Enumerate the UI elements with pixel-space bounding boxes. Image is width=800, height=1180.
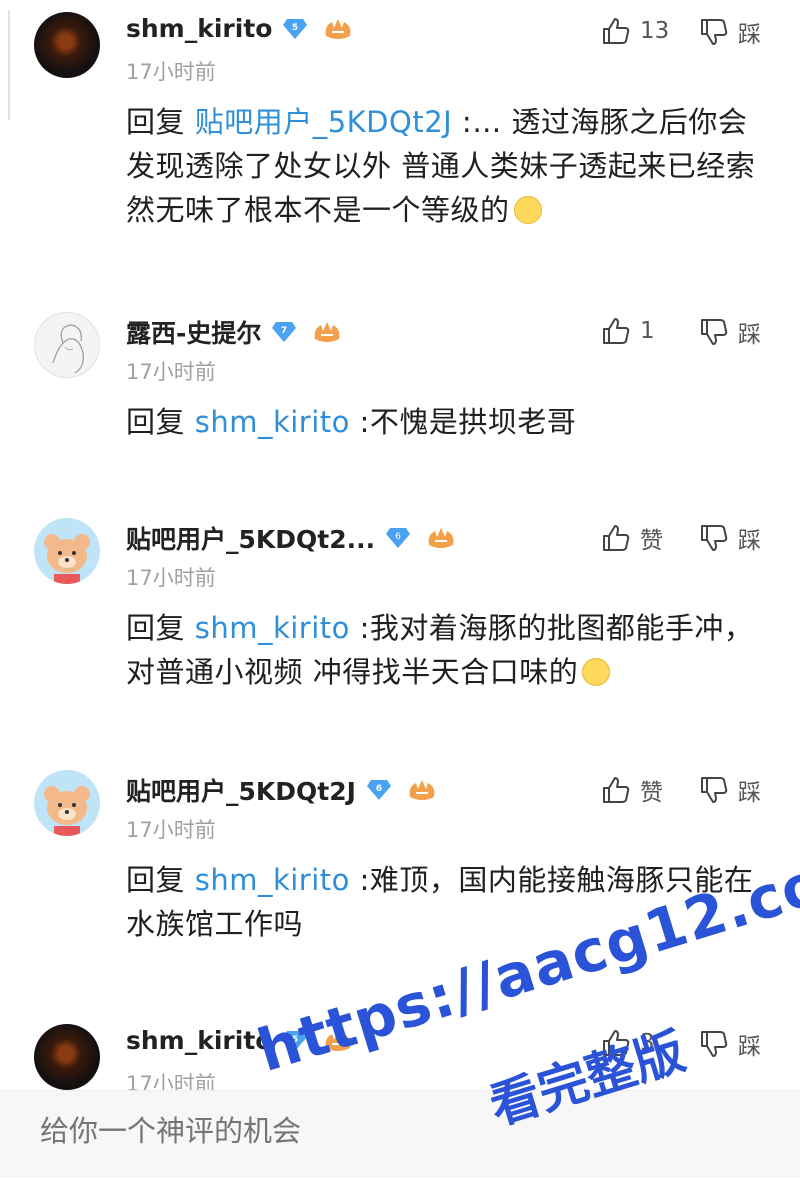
reply-input[interactable] (38, 1113, 642, 1149)
like-count: 1 (640, 318, 655, 344)
reply-prefix: 回复 (126, 863, 195, 897)
diamond-level-icon: 6 (366, 778, 392, 802)
avatar[interactable] (34, 12, 100, 78)
dislike-label: 踩 (738, 1034, 761, 1060)
avatar[interactable] (34, 1024, 100, 1090)
like-label: 赞 (640, 528, 663, 554)
comment-text: 回复 贴吧用户_5KDQt2J :… 透过海豚之后你会发现透除了处女以外 普通人… (126, 100, 766, 232)
diamond-level-icon: 5 (282, 1029, 308, 1053)
dislike-button[interactable]: 踩 (698, 315, 761, 349)
thumb-down-icon (701, 1031, 728, 1057)
username-row: 贴吧用户_5KDQt2... 6 (126, 520, 457, 556)
username[interactable]: 贴吧用户_5KDQt2J (126, 772, 356, 808)
like-count: 3 (640, 1030, 655, 1056)
username-row: 贴吧用户_5KDQt2J 6 (126, 772, 438, 808)
mention-link[interactable]: shm_kirito (195, 405, 350, 439)
username[interactable]: 露西-史提尔 (126, 314, 261, 350)
svg-text:7: 7 (281, 326, 287, 336)
diamond-level-icon: 7 (271, 320, 297, 344)
username-row: shm_kirito 5 (126, 14, 354, 43)
thumb-down-icon (701, 525, 728, 551)
username[interactable]: 贴吧用户_5KDQt2... (126, 520, 375, 556)
like-button[interactable]: 赞 (600, 521, 663, 555)
hand-badge-icon (322, 1028, 354, 1054)
timestamp: 17小时前 (126, 818, 216, 842)
thumb-down-icon (701, 777, 728, 803)
timestamp: 17小时前 (126, 360, 216, 384)
timestamp: 17小时前 (126, 566, 216, 590)
dislike-label: 踩 (738, 780, 761, 806)
mention-link[interactable]: 贴吧用户_5KDQt2J (195, 105, 453, 139)
blush-emoji-icon (513, 196, 542, 224)
hand-badge-icon (311, 319, 343, 345)
svg-text:6: 6 (395, 532, 401, 542)
avatar[interactable] (34, 770, 100, 836)
reply-body: :不愧是拱坝老哥 (349, 405, 577, 439)
svg-text:5: 5 (292, 23, 298, 33)
like-button[interactable]: 赞 (600, 773, 663, 807)
scroll-edge-mark (8, 10, 10, 120)
username-row: shm_kirito 5 (126, 1026, 354, 1055)
hand-badge-icon (322, 16, 354, 42)
hand-badge-icon (406, 777, 438, 803)
dislike-button[interactable]: 踩 (698, 521, 761, 555)
thumb-up-icon (603, 525, 630, 551)
blush-emoji-icon (582, 658, 611, 686)
reply-bar (0, 1090, 800, 1177)
comment-text: 回复 shm_kirito :我对着海豚的批图都能手冲，对普通小视频 冲得找半天… (126, 606, 766, 694)
dislike-label: 踩 (738, 528, 761, 554)
reply-prefix: 回复 (126, 611, 195, 645)
like-button[interactable]: 3 (600, 1027, 655, 1059)
mention-link[interactable]: shm_kirito (195, 863, 350, 897)
hand-badge-icon (425, 525, 457, 551)
diamond-level-icon: 5 (282, 17, 308, 41)
diamond-level-icon: 6 (385, 526, 411, 550)
thumb-down-icon (701, 19, 728, 45)
thumb-up-icon (603, 318, 630, 344)
username[interactable]: shm_kirito (126, 1026, 272, 1055)
username[interactable]: shm_kirito (126, 14, 272, 43)
svg-text:6: 6 (376, 784, 382, 794)
dislike-button[interactable]: 踩 (698, 773, 761, 807)
username-row: 露西-史提尔 7 (126, 314, 343, 350)
like-label: 赞 (640, 780, 663, 806)
like-count: 13 (640, 18, 670, 44)
avatar[interactable] (34, 518, 100, 584)
comment-text: 回复 shm_kirito :不愧是拱坝老哥 (126, 400, 766, 444)
thumb-up-icon (603, 777, 630, 803)
dislike-label: 踩 (738, 22, 761, 48)
mention-link[interactable]: shm_kirito (195, 611, 350, 645)
thumb-up-icon (603, 1030, 630, 1056)
thumb-up-icon (603, 18, 630, 44)
dislike-button[interactable]: 踩 (698, 15, 761, 49)
svg-text:5: 5 (292, 1035, 298, 1045)
like-button[interactable]: 1 (600, 315, 655, 347)
avatar[interactable] (34, 312, 100, 378)
dislike-label: 踩 (738, 322, 761, 348)
comment-text: 回复 shm_kirito :难顶，国内能接触海豚只能在水族馆工作吗 (126, 858, 766, 946)
like-button[interactable]: 13 (600, 15, 669, 47)
dislike-button[interactable]: 踩 (698, 1027, 761, 1061)
timestamp: 17小时前 (126, 60, 216, 84)
reply-prefix: 回复 (126, 105, 195, 139)
thumb-down-icon (701, 319, 728, 345)
reply-prefix: 回复 (126, 405, 195, 439)
